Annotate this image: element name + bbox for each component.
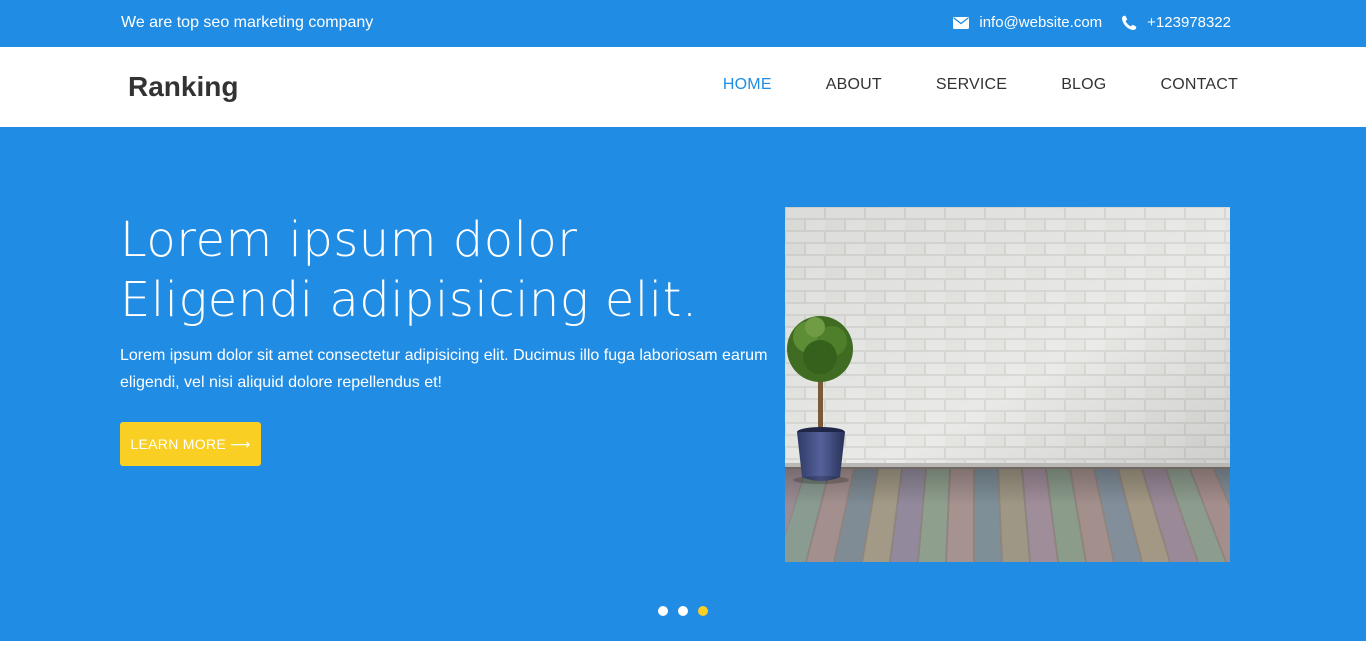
potted-tree-illustration — [785, 207, 1230, 562]
phone-text: +123978322 — [1147, 14, 1231, 31]
nav-about[interactable]: ABOUT — [826, 75, 882, 95]
contact-info: info@website.com +123978322 — [953, 13, 1231, 33]
hero-headline-line2: Eligendi adipisicing elit. — [120, 272, 698, 328]
arrow-right-icon: ⟶ — [230, 437, 251, 453]
main-menu: HOME ABOUT SERVICE BLOG CONTACT — [669, 75, 1238, 95]
learn-more-label: LEARN MORE — [130, 436, 226, 452]
email-text: info@website.com — [979, 14, 1103, 31]
navbar: Ranking HOME ABOUT SERVICE BLOG CONTACT — [0, 47, 1366, 127]
hero-slider: Lorem ipsum dolor Eligendi adipisicing e… — [0, 127, 1366, 641]
nav-home[interactable]: HOME — [723, 75, 772, 95]
envelope-icon — [953, 17, 970, 29]
phone-link[interactable]: +123978322 — [1121, 13, 1231, 33]
nav-blog[interactable]: BLOG — [1061, 75, 1106, 95]
top-bar: We are top seo marketing company info@we… — [0, 0, 1366, 47]
email-link[interactable]: info@website.com — [953, 13, 1102, 33]
hero-headline-line1: Lorem ipsum dolor — [120, 212, 578, 268]
slider-dot-2[interactable] — [678, 606, 688, 616]
hero-description: Lorem ipsum dolor sit amet consectetur a… — [120, 347, 768, 391]
slider-dot-3[interactable] — [698, 606, 708, 616]
slider-dot-1[interactable] — [658, 606, 668, 616]
phone-icon — [1122, 15, 1137, 30]
tagline: We are top seo marketing company — [121, 14, 374, 31]
learn-more-button[interactable]: LEARN MORE ⟶ — [120, 422, 261, 466]
nav-contact[interactable]: CONTACT — [1160, 75, 1238, 95]
hero-headline: Lorem ipsum dolor Eligendi adipisicing e… — [120, 210, 760, 330]
slider-indicators — [658, 606, 718, 616]
nav-service[interactable]: SERVICE — [936, 75, 1007, 95]
brand-logo[interactable]: Ranking — [128, 71, 238, 103]
hero-image — [785, 207, 1230, 562]
